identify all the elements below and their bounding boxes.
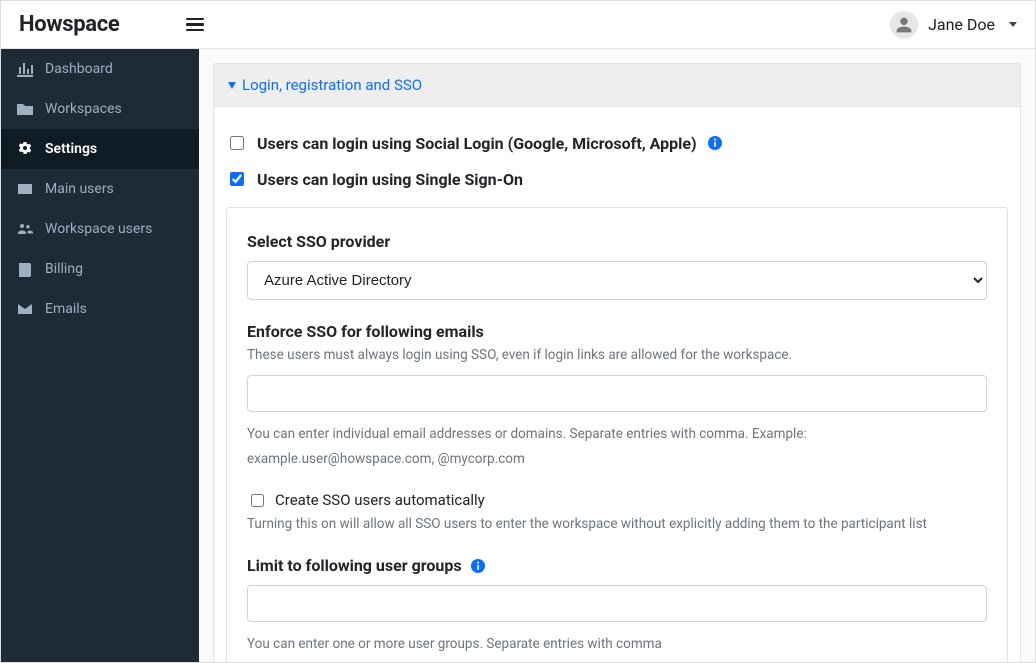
auto-create-label: Create SSO users automatically	[275, 491, 485, 509]
auto-create-row: Create SSO users automatically	[247, 491, 987, 510]
gears-icon	[17, 141, 33, 157]
sidebar-item-billing[interactable]: Billing	[1, 249, 199, 289]
sidebar-item-label: Workspace users	[45, 221, 152, 237]
enforce-sso-label: Enforce SSO for following emails	[247, 322, 987, 341]
enforce-sso-help: You can enter individual email addresses…	[247, 424, 987, 444]
limit-groups-label: Limit to following user groups	[247, 556, 987, 575]
chart-icon	[17, 61, 33, 77]
info-icon[interactable]	[707, 135, 723, 151]
enforce-sso-desc: These users must always login using SSO,…	[247, 345, 987, 365]
envelope-icon	[17, 301, 33, 317]
sidebar-item-label: Settings	[45, 141, 97, 157]
avatar-icon	[890, 11, 918, 39]
hamburger-menu[interactable]	[180, 12, 210, 38]
sso-provider-select[interactable]: Azure Active Directory	[247, 261, 987, 300]
enforce-sso-example: example.user@howspace.com, @mycorp.com	[247, 449, 987, 469]
limit-groups-help: You can enter one or more user groups. S…	[247, 634, 987, 654]
sso-checkbox[interactable]	[230, 172, 244, 186]
username: Jane Doe	[928, 15, 995, 34]
sidebar-item-dashboard[interactable]: Dashboard	[1, 49, 199, 89]
users-icon	[17, 221, 33, 237]
sidebar-item-workspace-users[interactable]: Workspace users	[1, 209, 199, 249]
panel-title: Login, registration and SSO	[242, 76, 422, 94]
user-menu[interactable]: Jane Doe	[890, 11, 1017, 39]
topbar: Howspace Jane Doe	[1, 1, 1035, 49]
sidebar-item-label: Workspaces	[45, 101, 122, 117]
info-icon[interactable]	[470, 558, 486, 574]
social-login-checkbox[interactable]	[230, 136, 244, 150]
main-content: Login, registration and SSO Users can lo…	[199, 49, 1035, 662]
sidebar-item-label: Emails	[45, 301, 87, 317]
sso-label: Users can login using Single Sign-On	[257, 170, 523, 189]
sidebar-item-main-users[interactable]: Main users	[1, 169, 199, 209]
sidebar-item-workspaces[interactable]: Workspaces	[1, 89, 199, 129]
social-login-label: Users can login using Social Login (Goog…	[257, 134, 697, 153]
brand-logo: Howspace	[19, 12, 120, 37]
panel-body: Users can login using Social Login (Goog…	[213, 107, 1021, 662]
sidebar-item-label: Dashboard	[45, 61, 113, 77]
enforce-sso-input[interactable]	[247, 375, 987, 412]
id-card-icon	[17, 181, 33, 197]
auto-create-checkbox[interactable]	[251, 494, 264, 507]
sidebar: Dashboard Workspaces Settings Main users…	[1, 49, 199, 662]
sso-row: Users can login using Single Sign-On	[220, 161, 1014, 197]
sso-provider-label: Select SSO provider	[247, 232, 987, 251]
social-login-row: Users can login using Social Login (Goog…	[220, 125, 1014, 161]
sso-config-box: Select SSO provider Azure Active Directo…	[226, 207, 1008, 662]
folder-icon	[17, 101, 33, 117]
sidebar-item-label: Billing	[45, 261, 83, 277]
sidebar-item-emails[interactable]: Emails	[1, 289, 199, 329]
sidebar-item-settings[interactable]: Settings	[1, 129, 199, 169]
caret-down-icon	[228, 82, 236, 89]
limit-groups-input[interactable]	[247, 585, 987, 622]
sidebar-item-label: Main users	[45, 181, 114, 197]
chevron-down-icon	[1009, 22, 1017, 27]
auto-create-desc: Turning this on will allow all SSO users…	[247, 514, 987, 534]
book-icon	[17, 261, 33, 277]
panel-header[interactable]: Login, registration and SSO	[213, 63, 1021, 107]
